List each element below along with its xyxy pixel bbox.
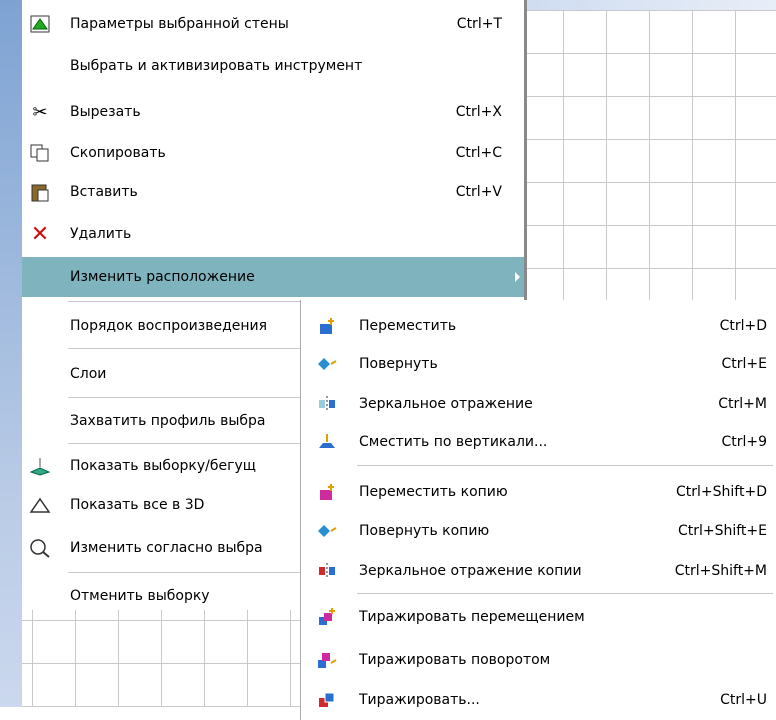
menu-item-cut[interactable]: ✂ Вырезать Ctrl+X	[22, 92, 524, 132]
menu-item-label: Тиражировать перемещением	[359, 609, 585, 625]
menu-item-label: Захватить профиль выбра	[70, 413, 266, 429]
menu-item-label: Переместить	[359, 318, 457, 334]
multiply-icon	[315, 688, 339, 712]
menu-item-label: Сместить по вертикали...	[359, 434, 548, 450]
menu-item-copy[interactable]: Скопировать Ctrl+C	[22, 133, 524, 173]
shortcut: Ctrl+U	[720, 692, 767, 708]
show-3d-icon	[28, 493, 52, 517]
drawing-grid	[520, 10, 776, 300]
shortcut: Ctrl+M	[718, 396, 767, 412]
multiply-move-icon	[315, 605, 339, 629]
shortcut: Ctrl+Shift+E	[677, 523, 767, 539]
menu-item-label: Повернуть копию	[359, 523, 490, 539]
submenu-item-mirror-copy[interactable]: Зеркальное отражение копии Ctrl+Shift+M	[301, 551, 776, 591]
shortcut: Ctrl+D	[719, 318, 767, 334]
menu-item-label: Показать выборку/бегущ	[70, 458, 256, 474]
menu-item-change-position[interactable]: Изменить расположение	[22, 257, 524, 297]
menu-item-label: Зеркальное отражение копии	[359, 563, 582, 579]
menu-item-label: Тиражировать поворотом	[359, 652, 551, 668]
submenu-item-multiply-move[interactable]: Тиражировать перемещением	[301, 597, 776, 637]
submenu-item-rotate-copy[interactable]: Повернуть копию Ctrl+Shift+E	[301, 511, 776, 551]
menu-item-wall-params[interactable]: Параметры выбранной стены Ctrl+T	[22, 4, 524, 44]
submenu-item-mirror[interactable]: Зеркальное отражение Ctrl+M	[301, 384, 776, 424]
menu-item-label: Повернуть	[359, 356, 438, 372]
menu-item-label: Изменить расположение	[70, 269, 255, 285]
slide-background-left	[0, 0, 22, 707]
menu-separator	[357, 593, 773, 594]
shortcut: Ctrl+Shift+D	[676, 484, 767, 500]
submenu-item-multiply-rotate[interactable]: Тиражировать поворотом	[301, 640, 776, 680]
shortcut: Ctrl+9	[721, 434, 767, 450]
menu-item-label: Скопировать	[70, 145, 166, 161]
rotate-copy-icon	[315, 519, 339, 543]
menu-item-paste[interactable]: Вставить Ctrl+V	[22, 172, 524, 212]
copy-icon	[28, 141, 52, 165]
delete-icon: ✕	[30, 221, 50, 247]
mirror-copy-icon	[315, 559, 339, 583]
menu-item-label: Слои	[70, 366, 107, 382]
multiply-rotate-icon	[315, 648, 339, 672]
menu-item-label: Переместить копию	[359, 484, 508, 500]
menu-item-label: Зеркальное отражение	[359, 396, 533, 412]
submenu-item-multiply[interactable]: Тиражировать... Ctrl+U	[301, 680, 776, 720]
modify-selection-icon	[28, 536, 52, 560]
shortcut: Ctrl+X	[455, 104, 502, 120]
shortcut: Ctrl+Shift+M	[674, 563, 767, 579]
drawing-grid-bottom	[22, 600, 322, 707]
rotate-icon	[315, 352, 339, 376]
paste-icon	[28, 180, 52, 204]
move-copy-icon	[315, 480, 339, 504]
scissors-icon: ✂	[32, 101, 48, 123]
menu-item-label: Отменить выборку	[70, 588, 210, 604]
menu-item-label: Вырезать	[70, 104, 141, 120]
menu-item-label: Параметры выбранной стены	[70, 16, 289, 32]
submenu-change-position: Переместить Ctrl+D Повернуть Ctrl+E Зерк…	[300, 300, 776, 720]
shortcut: Ctrl+C	[455, 145, 502, 161]
menu-item-label: Вставить	[70, 184, 138, 200]
submenu-item-elevate[interactable]: Сместить по вертикали... Ctrl+9	[301, 422, 776, 462]
menu-item-label: Тиражировать...	[359, 692, 480, 708]
menu-separator	[357, 465, 773, 466]
shortcut: Ctrl+E	[721, 356, 768, 372]
shortcut: Ctrl+V	[455, 184, 502, 200]
show-selection-icon	[28, 454, 52, 478]
menu-item-label: Показать все в 3D	[70, 497, 205, 513]
submenu-arrow-icon	[515, 272, 520, 282]
shortcut: Ctrl+T	[456, 16, 502, 32]
menu-item-delete[interactable]: ✕ Удалить	[22, 214, 524, 254]
menu-item-select-tool[interactable]: Выбрать и активизировать инструмент	[22, 46, 524, 86]
submenu-item-move-copy[interactable]: Переместить копию Ctrl+Shift+D	[301, 472, 776, 512]
elevate-icon	[315, 430, 339, 454]
menu-item-label: Выбрать и активизировать инструмент	[70, 58, 363, 74]
wall-params-icon	[28, 12, 52, 36]
submenu-item-rotate[interactable]: Повернуть Ctrl+E	[301, 344, 776, 384]
menu-item-label: Удалить	[70, 226, 132, 242]
submenu-item-move[interactable]: Переместить Ctrl+D	[301, 306, 776, 346]
menu-item-label: Порядок воспроизведения	[70, 318, 268, 334]
move-icon	[315, 314, 339, 338]
menu-item-label: Изменить согласно выбра	[70, 540, 263, 556]
mirror-icon	[315, 392, 339, 416]
